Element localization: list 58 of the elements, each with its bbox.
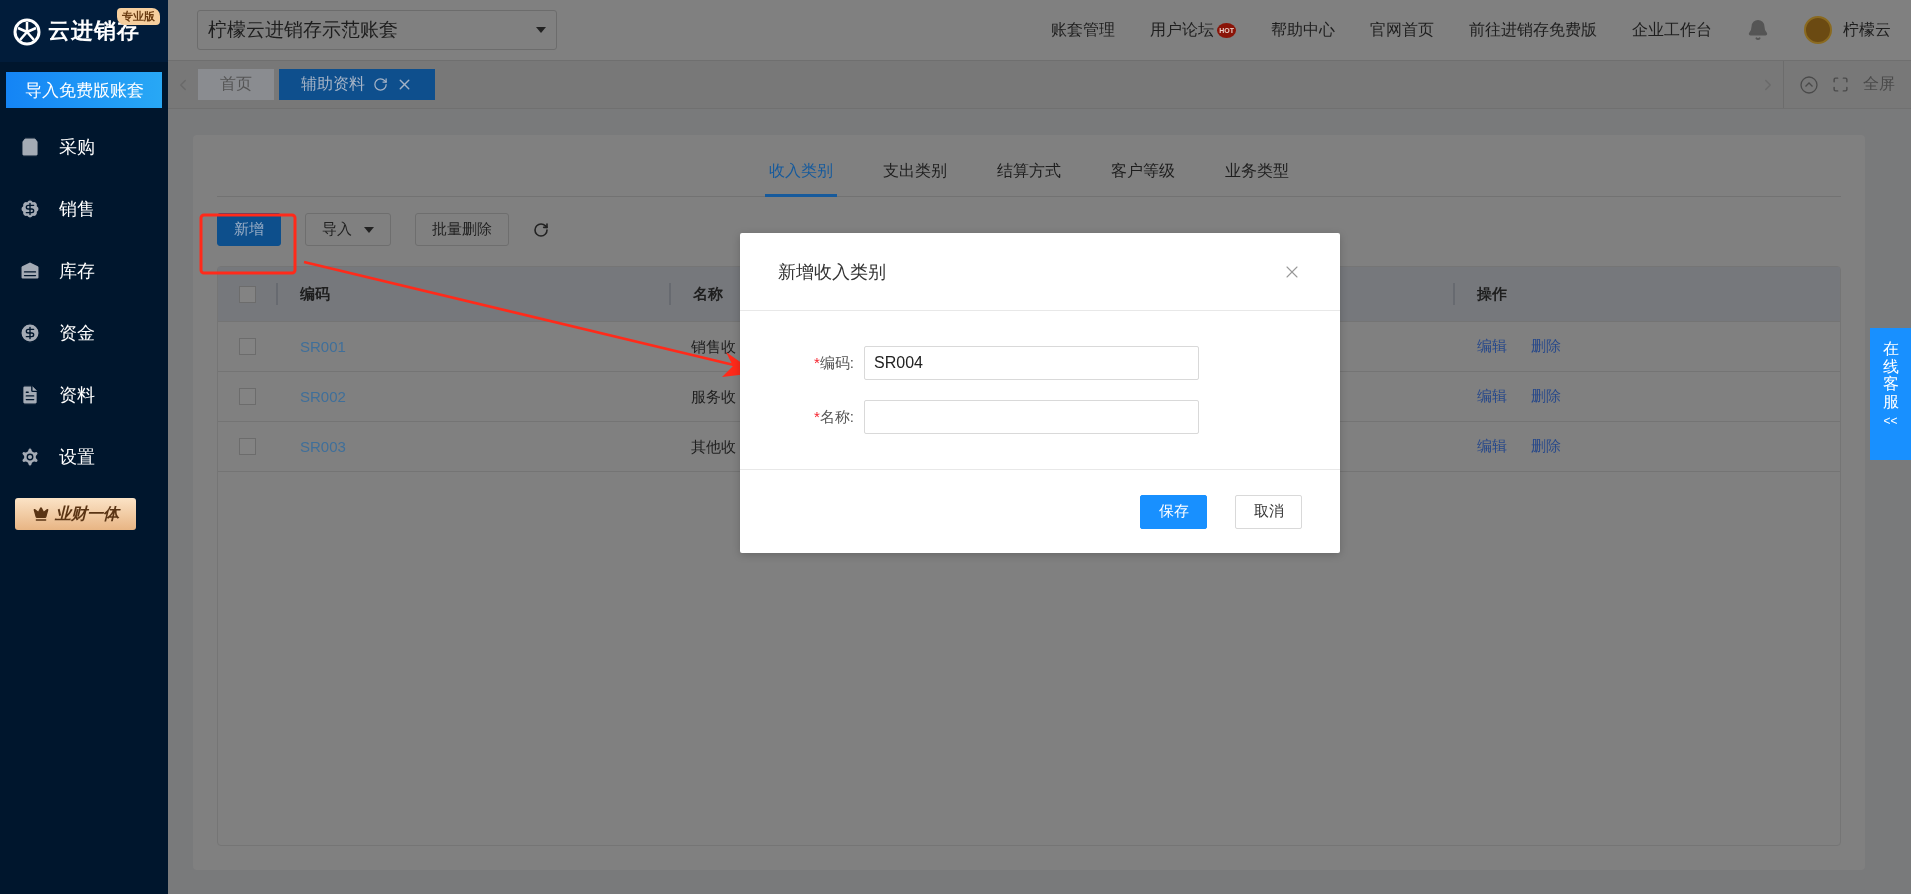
sidebar-item-icon — [19, 136, 41, 158]
top-nav-link[interactable]: 前往进销存免费版 — [1469, 19, 1597, 41]
field-label: *名称: — [813, 407, 855, 427]
sidebar-item[interactable]: 库存 — [0, 240, 168, 302]
table-cell-text: 其他收 — [690, 436, 737, 457]
sidebar-item-icon — [19, 322, 41, 344]
top-nav-link[interactable]: 企业工作台 — [1632, 19, 1712, 41]
top-nav-link[interactable]: 官网首页 — [1370, 19, 1434, 41]
sidebar-item-icon — [19, 198, 41, 220]
page-tab[interactable]: 辅助资料 — [279, 69, 435, 100]
account-select[interactable]: 柠檬云进销存示范账套 — [197, 10, 557, 50]
sidebar-item[interactable]: 设置 — [0, 426, 168, 488]
category-tab[interactable]: 结算方式 — [993, 153, 1065, 197]
refresh-icon[interactable] — [533, 221, 549, 238]
notification-bell-icon[interactable] — [1747, 19, 1769, 41]
category-tab[interactable]: 支出类别 — [879, 153, 951, 197]
sidebar-item-icon — [19, 446, 41, 468]
row-action-link[interactable]: 编辑 — [1477, 437, 1507, 456]
sidebar-item-icon — [19, 260, 41, 282]
import-account-button[interactable]: 导入免费版账套 — [6, 72, 162, 108]
import-button[interactable]: 导入 — [305, 213, 391, 246]
column-header: 编码 — [276, 283, 669, 305]
sidebar-item[interactable]: 采购 — [0, 116, 168, 178]
fullscreen-icon[interactable] — [1832, 76, 1849, 93]
add-button[interactable]: 新增 — [217, 213, 281, 246]
cancel-button[interactable]: 取消 — [1235, 494, 1302, 529]
save-button[interactable]: 保存 — [1140, 494, 1207, 529]
input-field[interactable]: SR004 — [864, 346, 1199, 380]
page-tab[interactable]: 首页 — [198, 69, 274, 100]
sidebar-item[interactable]: 资金 — [0, 302, 168, 364]
refresh-icon[interactable] — [373, 77, 388, 92]
sidebar-item[interactable]: 销售 — [0, 178, 168, 240]
field-label: *编码: — [813, 353, 855, 373]
row-action-link[interactable]: 删除 — [1531, 337, 1561, 356]
top-nav-link[interactable]: 帮助中心 — [1271, 19, 1335, 41]
input-field[interactable] — [864, 400, 1199, 434]
online-service-tab[interactable]: 在线客服 << — [1870, 328, 1911, 460]
crown-icon — [32, 506, 49, 522]
batch-delete-button[interactable]: 批量删除 — [415, 213, 509, 246]
logo-icon — [12, 16, 42, 46]
category-tab[interactable]: 客户等级 — [1107, 153, 1179, 197]
promo-badge[interactable]: 业财一体 — [15, 498, 136, 530]
collapse-icon[interactable] — [1800, 75, 1818, 94]
category-tab[interactable]: 业务类型 — [1221, 153, 1293, 197]
user-name[interactable]: 柠檬云 — [1843, 19, 1891, 41]
row-action-link[interactable]: 编辑 — [1477, 387, 1507, 406]
table-cell-text: 销售收 — [690, 336, 737, 357]
dialog-title: 新增收入类别 — [778, 260, 886, 284]
user-avatar[interactable] — [1804, 16, 1832, 44]
dropdown-caret-icon — [536, 27, 546, 33]
row-action-link[interactable]: 删除 — [1531, 437, 1561, 456]
top-nav-link[interactable]: 账套管理 — [1051, 19, 1116, 41]
caret-icon — [364, 226, 374, 233]
column-header: 操作 — [1453, 283, 1840, 305]
sidebar-item[interactable]: 资料 — [0, 364, 168, 426]
row-action-link[interactable]: 删除 — [1531, 387, 1561, 406]
table-cell-text: 服务收 — [690, 386, 737, 407]
row-action-link[interactable]: 编辑 — [1477, 337, 1507, 356]
